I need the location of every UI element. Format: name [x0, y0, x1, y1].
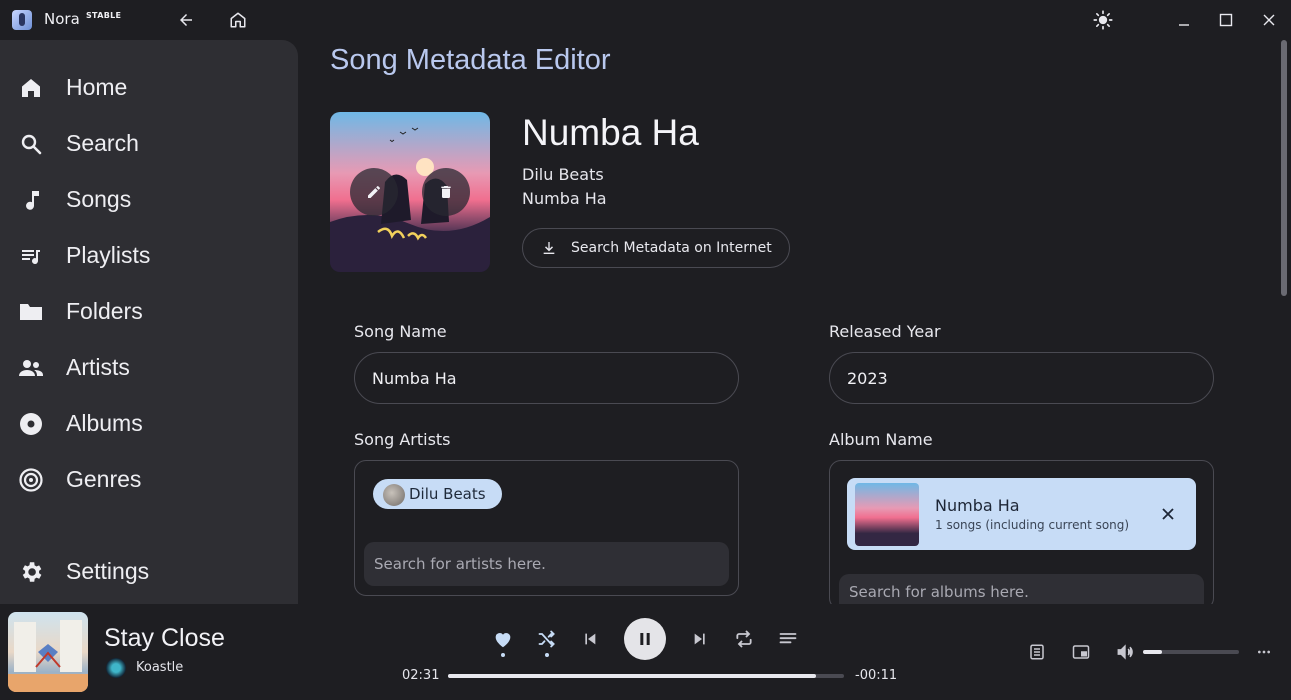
- main-content: Song Metadata Editor Numba Ha Dilu Beats…: [298, 40, 1291, 610]
- sidebar-item-artists[interactable]: Artists: [0, 343, 298, 391]
- sidebar-item-albums[interactable]: Albums: [0, 399, 298, 447]
- next-track-icon[interactable]: [686, 625, 714, 653]
- song-name-label: Song Name: [354, 322, 447, 341]
- sidebar-item-settings[interactable]: Settings: [0, 547, 298, 595]
- page-title: Song Metadata Editor: [330, 44, 611, 76]
- artist-chip[interactable]: Dilu Beats: [373, 479, 502, 509]
- gear-icon: [18, 559, 44, 585]
- remaining-time: -00:11: [855, 668, 898, 683]
- sidebar-item-label: Playlists: [66, 241, 151, 268]
- sidebar-item-genres[interactable]: Genres: [0, 455, 298, 503]
- home-icon: [18, 75, 44, 101]
- trash-icon: [441, 186, 451, 198]
- repeat-icon[interactable]: [730, 625, 758, 653]
- search-metadata-button[interactable]: Search Metadata on Internet: [522, 228, 790, 268]
- like-active-dot: [501, 653, 505, 657]
- song-name-input[interactable]: Numba Ha: [354, 352, 739, 404]
- maximize-window-icon[interactable]: [1214, 8, 1238, 32]
- seek-slider[interactable]: [448, 674, 844, 678]
- released-year-input[interactable]: 2023: [829, 352, 1214, 404]
- sidebar-item-search[interactable]: Search: [0, 119, 298, 167]
- elapsed-time: 02:31: [402, 668, 440, 683]
- album-card-name: Numba Ha: [935, 496, 1020, 515]
- folder-icon: [18, 299, 44, 325]
- app-name: Nora: [44, 10, 80, 28]
- volume-slider[interactable]: [1143, 650, 1239, 654]
- pencil-icon: [368, 186, 380, 198]
- app-release-badge: STABLE: [86, 11, 122, 20]
- now-playing-title[interactable]: Stay Close: [104, 624, 225, 653]
- volume-icon[interactable]: [1111, 638, 1139, 666]
- delete-artwork-button[interactable]: [422, 168, 470, 216]
- sidebar-item-label: Songs: [66, 185, 132, 212]
- shuffle-icon[interactable]: [533, 625, 561, 653]
- like-heart-icon[interactable]: [489, 625, 517, 653]
- search-icon: [18, 131, 44, 157]
- genre-icon: [18, 467, 44, 493]
- home-nav-icon[interactable]: [226, 8, 250, 32]
- player-bar: Stay Close Koastle 02:31 -00:11: [0, 604, 1291, 700]
- back-arrow-icon[interactable]: [174, 8, 198, 32]
- sidebar-item-label: Home: [66, 73, 128, 100]
- more-options-icon[interactable]: [1250, 638, 1278, 666]
- close-window-icon[interactable]: [1257, 8, 1281, 32]
- now-playing-cover: [8, 612, 88, 692]
- close-icon: [1162, 508, 1174, 520]
- search-metadata-label: Search Metadata on Internet: [571, 240, 772, 256]
- sidebar-item-home[interactable]: Home: [0, 63, 298, 111]
- pause-icon: [640, 633, 650, 645]
- selected-album-card: Numba Ha 1 songs (including current song…: [847, 478, 1196, 550]
- sidebar: Home Search Songs Playlists Folders Arti…: [0, 40, 298, 604]
- sidebar-item-folders[interactable]: Folders: [0, 287, 298, 335]
- minimize-window-icon[interactable]: [1172, 8, 1196, 32]
- song-artists-box: Dilu Beats Search for artists here.: [354, 460, 739, 596]
- song-title: Numba Ha: [522, 112, 699, 153]
- album-name-box: Numba Ha 1 songs (including current song…: [829, 460, 1214, 610]
- sidebar-item-label: Search: [66, 129, 139, 156]
- volume-level: [1143, 650, 1163, 654]
- album-card-meta: 1 songs (including current song): [935, 518, 1130, 532]
- artist-avatar: [383, 484, 405, 506]
- song-album: Numba Ha: [522, 189, 607, 208]
- lyrics-icon[interactable]: [774, 625, 802, 653]
- edit-artwork-button[interactable]: [350, 168, 398, 216]
- theme-toggle-sun-icon[interactable]: [1091, 8, 1115, 32]
- sidebar-item-label: Genres: [66, 465, 142, 492]
- released-year-label: Released Year: [829, 322, 941, 341]
- sidebar-item-songs[interactable]: Songs: [0, 175, 298, 223]
- queue-icon[interactable]: [1023, 638, 1051, 666]
- title-bar: Nora STABLE: [0, 0, 1291, 40]
- remove-album-button[interactable]: [1158, 504, 1178, 524]
- shuffle-active-dot: [545, 653, 549, 657]
- album-thumbnail: [855, 483, 919, 546]
- main-scrollbar[interactable]: [1281, 40, 1287, 296]
- song-cover-art: [330, 112, 490, 272]
- app-logo: [12, 10, 32, 30]
- song-artists-label: Song Artists: [354, 430, 451, 449]
- artist-chip-label: Dilu Beats: [409, 485, 486, 503]
- now-playing-artist-avatar: [106, 658, 126, 678]
- playlist-icon: [18, 243, 44, 269]
- download-icon: [541, 240, 557, 260]
- sidebar-item-label: Albums: [66, 409, 143, 436]
- music-note-icon: [18, 187, 44, 213]
- sidebar-item-label: Folders: [66, 297, 143, 324]
- seek-progress: [448, 674, 817, 678]
- previous-track-icon[interactable]: [576, 625, 604, 653]
- album-name-label: Album Name: [829, 430, 933, 449]
- artist-search-input[interactable]: Search for artists here.: [364, 542, 729, 586]
- people-icon: [18, 355, 44, 381]
- album-icon: [18, 411, 44, 437]
- song-artist: Dilu Beats: [522, 165, 604, 184]
- sidebar-item-label: Settings: [66, 557, 150, 584]
- now-playing-artist[interactable]: Koastle: [136, 660, 183, 675]
- sidebar-item-playlists[interactable]: Playlists: [0, 231, 298, 279]
- sidebar-item-label: Artists: [66, 353, 130, 380]
- mini-player-icon[interactable]: [1067, 638, 1095, 666]
- pause-button[interactable]: [624, 618, 666, 660]
